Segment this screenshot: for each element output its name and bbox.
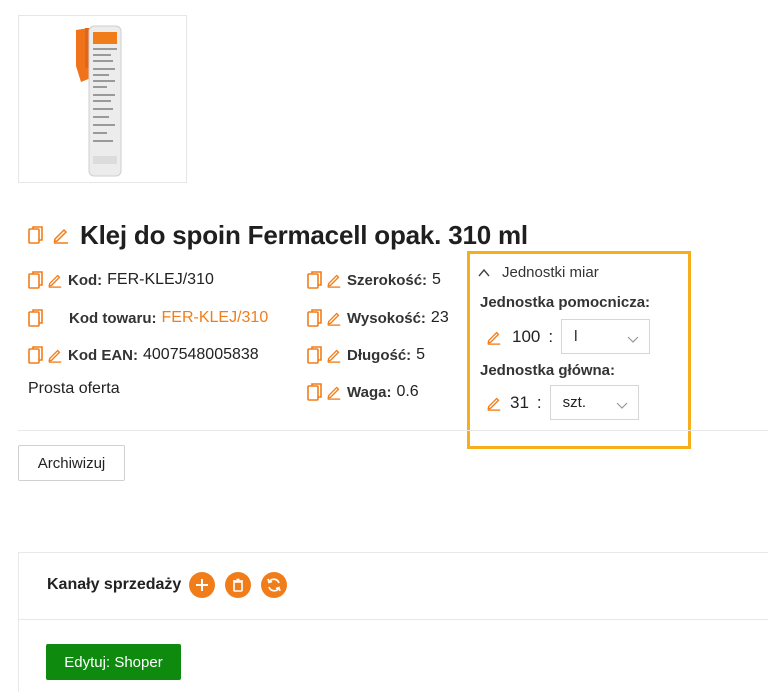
attr-value: 4007548005838 (143, 346, 259, 363)
attr-dlugosc: Długość: 5 (307, 343, 425, 367)
edit-icon[interactable] (52, 226, 70, 244)
attr-label: Długość: (347, 346, 412, 364)
add-channel-button[interactable] (189, 572, 216, 598)
attr-label: Kod EAN: (68, 346, 138, 364)
attr-szerokosc: Szerokość: 5 (307, 268, 441, 292)
main-unit-select[interactable]: szt. (549, 385, 639, 420)
product-image (18, 15, 187, 183)
product-code-link[interactable]: FER-KLEJ/310 (162, 309, 269, 327)
edit-icon[interactable] (486, 329, 502, 345)
copy-icon[interactable] (28, 225, 44, 245)
attr-kod: Kod: FER-KLEJ/310 (28, 268, 214, 292)
copy-icon[interactable] (307, 345, 323, 365)
copy-icon[interactable] (307, 270, 323, 290)
product-title: Klej do spoin Fermacell opak. 310 ml (80, 219, 528, 250)
refresh-icon (267, 578, 282, 592)
simple-offer-text: Prosta oferta (28, 380, 120, 397)
attr-value: FER-KLEJ/310 (107, 271, 214, 288)
sales-channels-header: Kanały sprzedaży (47, 572, 297, 598)
edit-icon[interactable] (326, 310, 342, 326)
attr-label: Szerokość: (347, 271, 428, 289)
units-panel: Jednostki miar Jednostka pomocnicza: 100… (467, 251, 691, 449)
edit-shoper-button[interactable]: Edytuj: Shoper (46, 644, 181, 680)
main-unit-label: Jednostka główna: (480, 362, 616, 379)
copy-icon[interactable] (28, 270, 44, 290)
trash-icon (233, 578, 244, 592)
attr-label: Waga: (347, 383, 392, 401)
aux-unit-value: 100 (512, 326, 541, 346)
attr-kod-ean: Kod EAN: 4007548005838 (28, 343, 259, 367)
main-unit-row: 31 : szt. (486, 385, 639, 420)
delete-channel-button[interactable] (225, 572, 252, 598)
sales-channels-title: Kanały sprzedaży (47, 576, 182, 593)
edit-icon[interactable] (326, 347, 342, 363)
divider (18, 430, 768, 431)
aux-unit-selected: l (574, 328, 578, 345)
separator: : (536, 392, 542, 412)
chevron-up-icon[interactable] (478, 268, 490, 278)
aux-unit-row: 100 : l (486, 319, 651, 354)
sealant-tube-image (76, 25, 122, 177)
edit-icon[interactable] (326, 384, 342, 400)
attr-kod-towaru: Kod towaru: FER-KLEJ/310 (28, 306, 268, 330)
copy-icon[interactable] (28, 345, 44, 365)
separator: : (548, 326, 554, 346)
attr-value: 5 (416, 346, 426, 363)
edit-icon[interactable] (326, 272, 342, 288)
sales-channels-panel: Kanały sprzedaży Edytuj: Shoper (18, 552, 768, 692)
units-header-label: Jednostki miar (502, 264, 599, 281)
units-header[interactable]: Jednostki miar (478, 264, 599, 281)
attr-label: Wysokość: (347, 309, 426, 327)
title-row: Klej do spoin Fermacell opak. 310 ml (28, 218, 528, 252)
copy-icon[interactable] (307, 308, 323, 328)
attr-label: Kod: (68, 271, 103, 289)
copy-icon[interactable] (307, 382, 323, 402)
attr-value: 0.6 (396, 383, 419, 400)
attr-value: 23 (430, 309, 449, 326)
aux-unit-select[interactable]: l (561, 319, 651, 354)
attr-waga: Waga: 0.6 (307, 380, 419, 404)
attr-wysokosc: Wysokość: 23 (307, 306, 449, 330)
aux-unit-label: Jednostka pomocnicza: (480, 294, 651, 311)
attr-value: 5 (432, 271, 441, 288)
archive-button[interactable]: Archiwizuj (18, 445, 125, 481)
divider (19, 619, 768, 620)
main-unit-selected: szt. (562, 394, 586, 411)
edit-icon[interactable] (47, 272, 63, 288)
chevron-down-icon (616, 397, 628, 414)
refresh-channels-button[interactable] (261, 572, 288, 598)
chevron-down-icon (627, 331, 639, 348)
attr-label: Kod towaru: (69, 309, 157, 327)
edit-icon[interactable] (47, 347, 63, 363)
main-unit-value: 31 (510, 392, 529, 412)
copy-icon[interactable] (28, 308, 44, 328)
add-icon (196, 579, 209, 591)
edit-icon[interactable] (486, 395, 502, 411)
